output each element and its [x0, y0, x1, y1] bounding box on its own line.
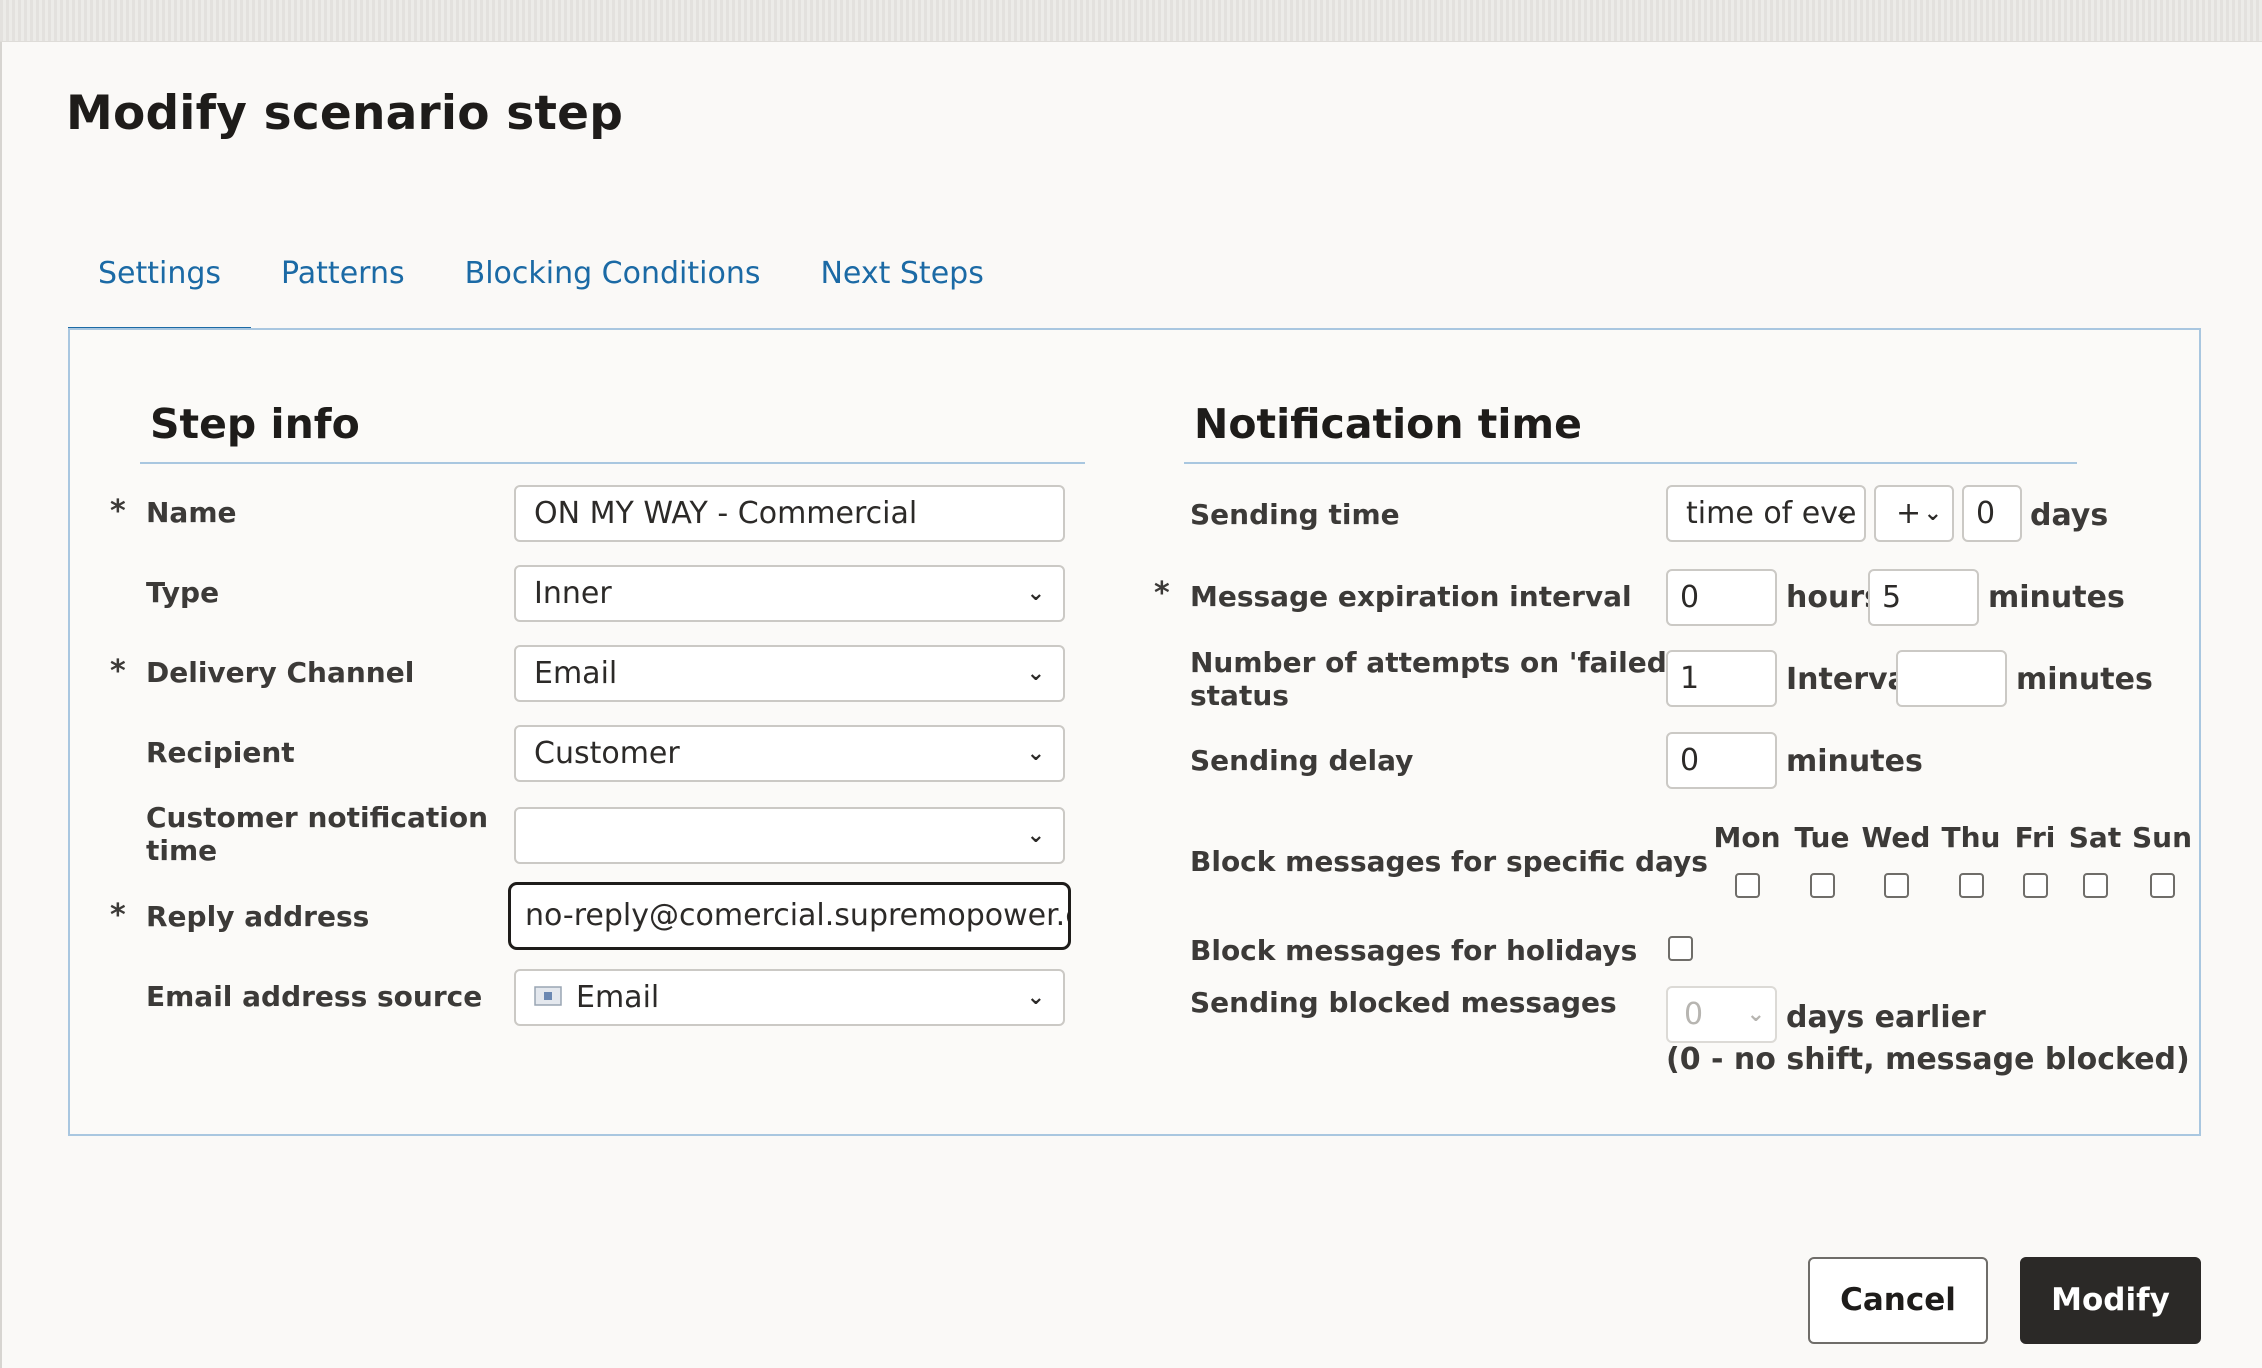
recipient-label: Recipient	[146, 736, 295, 769]
settings-panel: Step info * Name ON MY WAY - Commercial …	[68, 328, 2201, 1136]
reply-address-input[interactable]: no-reply@comercial.supremopower.com	[508, 882, 1071, 950]
notification-time-divider	[1184, 462, 2077, 464]
recipient-select-value: Customer	[534, 736, 680, 771]
chevron-down-icon: ⌄	[1026, 581, 1045, 606]
sending-time-sign-select[interactable]: + ⌄	[1874, 485, 1954, 542]
tab-patterns[interactable]: Patterns	[251, 220, 435, 328]
type-label: Type	[146, 576, 220, 609]
name-label: Name	[146, 496, 237, 529]
block-days-label: Block messages for specific days	[1190, 845, 1708, 878]
sending-blocked-days-value: 0	[1684, 997, 1704, 1032]
type-select[interactable]: Inner ⌄	[514, 565, 1065, 622]
recipient-select[interactable]: Customer ⌄	[514, 725, 1065, 782]
tab-bar: Settings Patterns Blocking Conditions Ne…	[68, 220, 1014, 332]
failed-attempts-input[interactable]: 1	[1666, 650, 1777, 707]
sending-delay-label: Sending delay	[1190, 744, 1414, 777]
required-marker: *	[110, 898, 126, 933]
block-holidays-label: Block messages for holidays	[1190, 934, 1638, 967]
checkbox-fri[interactable]	[2023, 873, 2048, 898]
sending-time-days-unit: days	[2030, 498, 2109, 533]
sending-blocked-days-select[interactable]: 0 ⌄	[1666, 986, 1777, 1043]
sending-blocked-note: (0 - no shift, message blocked)	[1666, 1042, 2190, 1077]
checkbox-wed[interactable]	[1884, 873, 1909, 898]
chevron-down-icon: ⌄	[1746, 1002, 1765, 1027]
failed-attempts-label-line1: Number of attempts on 'failed'	[1190, 646, 1676, 679]
chevron-down-icon: ⌄	[1026, 661, 1045, 686]
required-marker: *	[1154, 576, 1170, 611]
expiration-minutes-unit: minutes	[1988, 580, 2125, 615]
chevron-down-icon: ⌄	[1026, 741, 1045, 766]
delivery-channel-select[interactable]: Email ⌄	[514, 645, 1065, 702]
sending-time-days-input[interactable]: 0	[1962, 485, 2022, 542]
cancel-button[interactable]: Cancel	[1808, 1257, 1988, 1344]
email-address-source-label: Email address source	[146, 980, 483, 1013]
background-strip	[0, 0, 2262, 42]
email-address-source-select[interactable]: Email ⌄	[514, 969, 1065, 1026]
expiration-minutes-input[interactable]: 5	[1868, 569, 1979, 626]
reply-address-label: Reply address	[146, 900, 370, 933]
failed-attempts-label: Number of attempts on 'failed' status	[1190, 646, 1675, 712]
customer-notification-time-select[interactable]: ⌄	[514, 807, 1065, 864]
required-marker: *	[110, 494, 126, 529]
step-info-heading: Step info	[150, 400, 360, 448]
tab-blocking-conditions[interactable]: Blocking Conditions	[435, 220, 791, 328]
sending-delay-unit: minutes	[1786, 744, 1923, 779]
expiration-hours-input[interactable]: 0	[1666, 569, 1777, 626]
chevron-down-icon: ⌄	[1923, 501, 1942, 526]
failed-attempts-label-line2: status	[1190, 679, 1289, 712]
sending-blocked-unit: days earlier	[1786, 1000, 1986, 1035]
notification-time-heading: Notification time	[1194, 400, 1582, 448]
sending-time-sign-value: +	[1896, 496, 1922, 531]
type-select-value: Inner	[534, 576, 612, 611]
checkbox-tue[interactable]	[1810, 873, 1835, 898]
required-marker: *	[110, 654, 126, 689]
day-label-mon: Mon	[1713, 821, 1781, 854]
tab-next-steps[interactable]: Next Steps	[790, 220, 1013, 328]
modify-scenario-step-dialog: Modify scenario step Settings Patterns B…	[0, 42, 2262, 1368]
customer-notification-time-label: Customer notification time	[146, 801, 488, 867]
customer-notification-time-label-line2: time	[146, 834, 218, 867]
sending-time-base-value: time of eve	[1686, 496, 1857, 531]
sending-time-label: Sending time	[1190, 498, 1400, 531]
interval-minutes-input[interactable]	[1896, 650, 2007, 707]
checkbox-thu[interactable]	[1959, 873, 1984, 898]
sending-blocked-label: Sending blocked messages	[1190, 986, 1617, 1019]
name-input[interactable]: ON MY WAY - Commercial	[514, 485, 1065, 542]
customer-notification-time-label-line1: Customer notification	[146, 801, 489, 834]
checkbox-sun[interactable]	[2150, 873, 2175, 898]
message-expiration-label: Message expiration interval	[1190, 580, 1632, 613]
tab-settings[interactable]: Settings	[68, 220, 252, 332]
sending-delay-input[interactable]: 0	[1666, 732, 1777, 789]
reply-address-value: no-reply@comercial.supremopower.com	[525, 898, 1071, 933]
checkbox-sat[interactable]	[2083, 873, 2108, 898]
day-label-sun: Sun	[2131, 821, 2193, 854]
chevron-down-icon: ⌄	[1833, 501, 1852, 526]
checkbox-mon[interactable]	[1735, 873, 1760, 898]
delivery-channel-label: Delivery Channel	[146, 656, 415, 689]
day-label-wed: Wed	[1861, 821, 1931, 854]
sending-time-base-select[interactable]: time of eve ⌄	[1666, 485, 1866, 542]
delivery-channel-select-value: Email	[534, 656, 618, 691]
dialog-title: Modify scenario step	[66, 86, 624, 141]
email-address-source-select-value: Email	[576, 980, 660, 1015]
step-info-divider	[140, 462, 1085, 464]
chevron-down-icon: ⌄	[1026, 823, 1045, 848]
envelope-icon	[534, 985, 562, 1006]
checkbox-holidays[interactable]	[1668, 936, 1693, 961]
chevron-down-icon: ⌄	[1026, 985, 1045, 1010]
modify-button[interactable]: Modify	[2020, 1257, 2201, 1344]
day-label-tue: Tue	[1794, 821, 1850, 854]
interval-minutes-unit: minutes	[2016, 662, 2153, 697]
